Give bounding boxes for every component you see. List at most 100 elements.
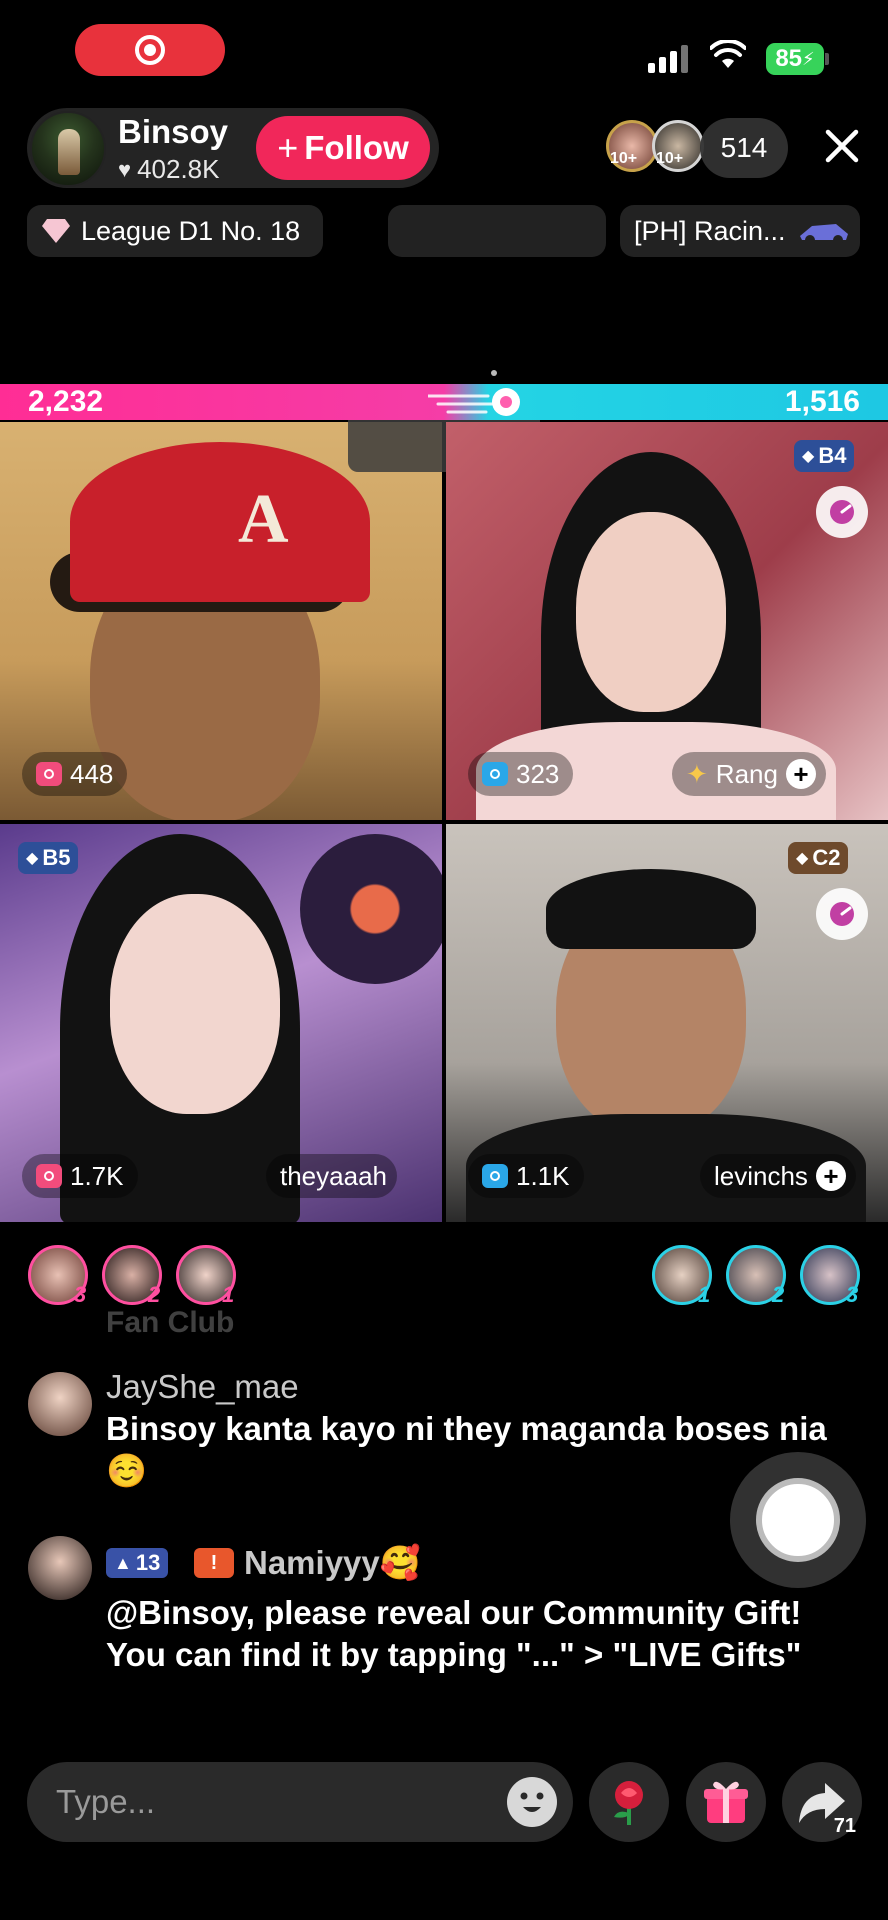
viewer-count[interactable]: 514 bbox=[700, 118, 788, 178]
gift-count: 448 bbox=[70, 758, 114, 789]
assistive-touch-inner bbox=[756, 1478, 840, 1562]
gift-box-icon bbox=[704, 1781, 748, 1823]
rose-gift-button[interactable] bbox=[589, 1762, 669, 1842]
fan-club-badge-icon: ! bbox=[194, 1548, 234, 1578]
add-guest-icon[interactable]: + bbox=[785, 759, 816, 789]
battery-indicator: 85 ⚡ bbox=[766, 43, 824, 75]
video-tile-guest-1[interactable]: ◆ B4 323 ✦ Rang + bbox=[446, 422, 888, 820]
guest-name-pill[interactable]: levinchs + bbox=[700, 1154, 856, 1198]
follow-button[interactable]: + Follow bbox=[256, 116, 430, 180]
rank-badge: ◆ B4 bbox=[794, 440, 855, 472]
right-supporter-rank: 3 bbox=[846, 1282, 859, 1307]
left-team-score: 2,232 bbox=[28, 385, 104, 418]
camera-icon bbox=[482, 762, 508, 786]
battery-level: 85 bbox=[775, 45, 803, 72]
race-car-icon bbox=[799, 224, 848, 245]
diamond-icon: ◆ bbox=[26, 850, 39, 867]
gift-count: 1.1K bbox=[516, 1160, 570, 1191]
guest-name: levinchs bbox=[714, 1160, 808, 1191]
share-button[interactable]: 71 bbox=[782, 1762, 862, 1842]
rank-badge: ◆ B5 bbox=[18, 842, 79, 874]
video-tile-host[interactable]: A 448 bbox=[0, 422, 442, 820]
screen-record-indicator[interactable] bbox=[75, 24, 225, 76]
host-name[interactable]: Binsoy bbox=[118, 113, 228, 151]
speedometer-icon[interactable] bbox=[816, 486, 868, 538]
record-icon bbox=[135, 35, 165, 65]
host-avatar[interactable] bbox=[30, 111, 106, 187]
rose-icon bbox=[614, 1781, 643, 1825]
right-supporter-rank: 2 bbox=[772, 1282, 785, 1307]
diamond-icon: ◆ bbox=[796, 850, 809, 867]
chat-username[interactable]: JayShe_mae bbox=[106, 1368, 299, 1406]
participant-face bbox=[110, 894, 280, 1114]
chat-avatar[interactable] bbox=[28, 1372, 92, 1436]
charging-bolt-icon: ⚡ bbox=[802, 48, 815, 69]
heart-icon: ♥ bbox=[118, 156, 132, 182]
camera-icon bbox=[36, 762, 62, 786]
league-chip[interactable]: League D1 No. 18 bbox=[27, 205, 323, 257]
plus-icon: + bbox=[277, 127, 299, 168]
assistive-touch-button[interactable] bbox=[730, 1452, 866, 1588]
gift-count: 1.7K bbox=[70, 1160, 124, 1191]
sparkle-icon: ✦ bbox=[686, 758, 708, 789]
chat-username[interactable]: Namiyyy🥰 bbox=[244, 1544, 421, 1583]
share-count: 71 bbox=[833, 1815, 856, 1837]
right-supporter-rank: 1 bbox=[698, 1282, 711, 1307]
video-tile-guest-2[interactable]: ◆ B5 1.7K theyaaah bbox=[0, 824, 442, 1222]
camera-icon bbox=[36, 1164, 62, 1188]
left-supporter-rank: 2 bbox=[148, 1282, 161, 1307]
rank-label: B5 bbox=[42, 845, 71, 870]
emoji-icon[interactable] bbox=[507, 1777, 557, 1827]
host-likes: ♥ 402.8K bbox=[118, 154, 219, 185]
level-badge: ▲ 13 bbox=[106, 1548, 169, 1578]
participant-face bbox=[576, 512, 726, 712]
electric-fan bbox=[300, 834, 442, 984]
rank-label: C2 bbox=[812, 845, 841, 870]
follow-label: Follow bbox=[304, 129, 409, 166]
battle-divider-icon bbox=[428, 388, 520, 416]
guest-name: theyaaah bbox=[280, 1160, 387, 1191]
top-viewer-badge-2: 10+ bbox=[656, 150, 684, 167]
right-team-score: 1,516 bbox=[784, 385, 860, 418]
gift-count: 323 bbox=[516, 758, 560, 789]
league-label: League D1 No. 18 bbox=[81, 215, 301, 246]
faded-chat-line: Fan Club bbox=[106, 1306, 235, 1339]
page-indicator-dot bbox=[491, 370, 497, 376]
level-value: 13 bbox=[135, 1550, 161, 1575]
left-supporter-rank: 1 bbox=[222, 1282, 235, 1307]
triangle-icon: ▲ bbox=[114, 1552, 132, 1573]
guest-name-pill[interactable]: theyaaah bbox=[266, 1154, 397, 1198]
rank-label: B4 bbox=[818, 443, 847, 468]
chat-message: @Binsoy, please reveal our Community Gif… bbox=[106, 1594, 802, 1673]
guest-name: Rang bbox=[715, 758, 778, 789]
gift-count-pill: 448 bbox=[22, 752, 128, 796]
participant-hair bbox=[546, 869, 756, 949]
event-label: [PH] Racin... bbox=[634, 215, 786, 246]
host-likes-value: 402.8K bbox=[137, 154, 220, 184]
gift-count-pill: 1.7K bbox=[22, 1154, 138, 1198]
top-viewer-badge-1: 10+ bbox=[610, 150, 638, 167]
gift-button[interactable] bbox=[686, 1762, 766, 1842]
speedometer-icon[interactable] bbox=[816, 888, 868, 940]
cap-logo: A bbox=[238, 481, 289, 558]
gift-count-pill: 323 bbox=[468, 752, 574, 796]
rank-badge: ◆ C2 bbox=[788, 842, 849, 874]
guest-name-pill[interactable]: ✦ Rang + bbox=[672, 752, 826, 796]
gift-count-pill: 1.1K bbox=[468, 1154, 584, 1198]
chat-message: Binsoy kanta kayo ni they maganda boses … bbox=[106, 1410, 827, 1489]
video-tile-guest-3[interactable]: ◆ C2 1.1K levinchs + bbox=[446, 824, 888, 1222]
diamond-icon: ◆ bbox=[802, 448, 815, 465]
empty-chip[interactable] bbox=[388, 205, 606, 257]
add-guest-icon[interactable]: + bbox=[815, 1161, 846, 1191]
red-cap bbox=[70, 442, 370, 602]
diamond-icon bbox=[42, 219, 70, 243]
left-supporter-rank: 3 bbox=[74, 1282, 87, 1307]
camera-icon bbox=[482, 1164, 508, 1188]
event-chip[interactable]: [PH] Racin... bbox=[620, 205, 860, 257]
wifi-icon bbox=[710, 40, 746, 68]
close-icon[interactable] bbox=[820, 124, 864, 168]
battery-cap bbox=[825, 53, 829, 65]
comment-placeholder[interactable]: Type... bbox=[56, 1762, 155, 1842]
chat-avatar[interactable] bbox=[28, 1536, 92, 1600]
cellular-signal-icon bbox=[648, 45, 688, 73]
